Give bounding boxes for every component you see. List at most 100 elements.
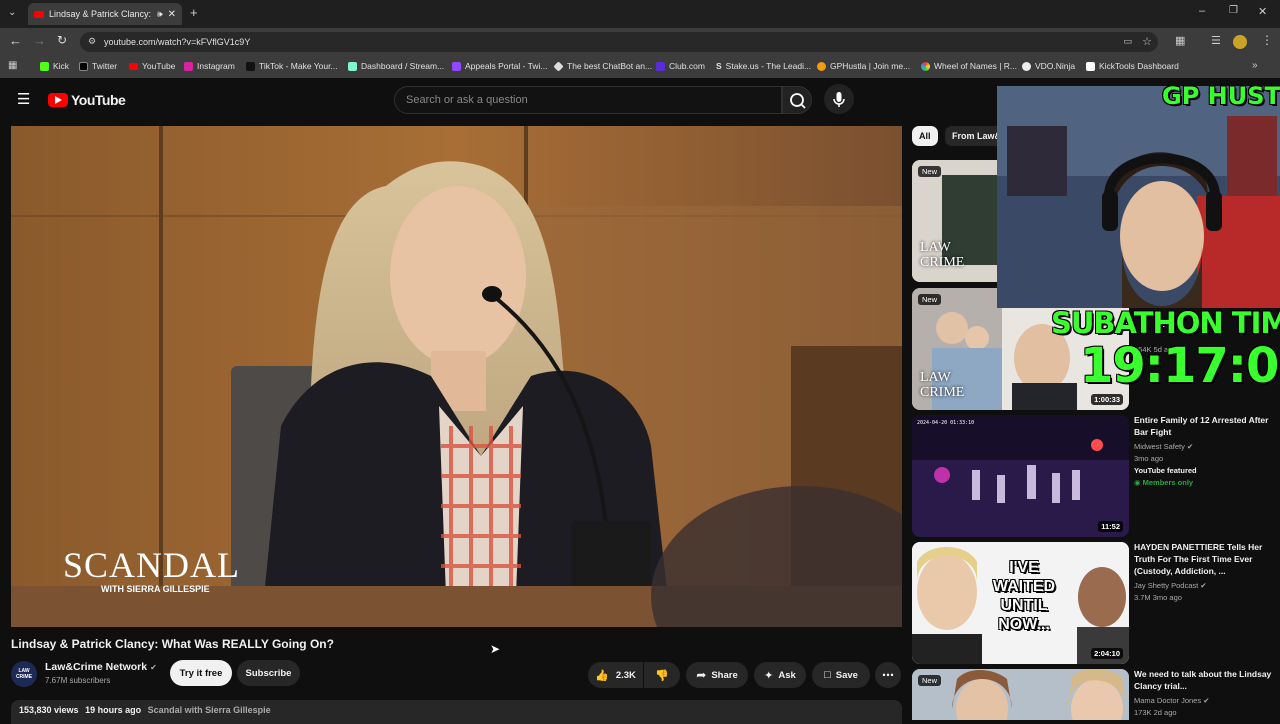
address-input[interactable]: ⚙ youtube.com/watch?v=kFVflGV1c9Y ▭ ☆ xyxy=(80,32,1158,52)
verified-icon: ✔ xyxy=(1200,581,1207,590)
bookmark-gphustla[interactable]: GPHustla | Join me... xyxy=(817,61,910,71)
dislike-button[interactable]: 👎 xyxy=(644,662,680,688)
tab-close-icon[interactable]: ✕ xyxy=(168,9,176,20)
bookmark-stake[interactable]: S Stake.us - The Leadi... xyxy=(716,61,811,71)
bookmark-twitch-appeals[interactable]: Appeals Portal - Twi... xyxy=(452,61,548,71)
microphone-icon xyxy=(833,92,845,107)
thumbnail-image xyxy=(912,669,1129,720)
bookmark-kick[interactable]: Kick xyxy=(40,61,69,71)
duration-badge: 2:04:10 xyxy=(1091,648,1123,659)
minimize-icon[interactable]: – xyxy=(1199,5,1205,17)
webcam-feed xyxy=(997,86,1280,308)
show-logo-subtitle: WITH SIERRA GILLESPIE xyxy=(101,584,210,594)
members-only-badge: ◉ Members only xyxy=(1134,478,1194,487)
duration-badge: 11:52 xyxy=(1098,521,1123,532)
bookmark-star-icon[interactable]: ☆ xyxy=(1142,35,1152,48)
related-video-channel: Midwest Safety ✔ xyxy=(1134,442,1194,451)
subathon-label: SUBATHON TIMER xyxy=(1051,306,1280,340)
related-video-age: 3mo ago xyxy=(1134,454,1164,463)
back-icon[interactable]: ← xyxy=(9,33,22,48)
mouse-cursor-icon: ➤ xyxy=(490,642,501,656)
try-free-button[interactable]: Try it free xyxy=(170,660,232,686)
youtube-favicon-icon xyxy=(34,10,44,18)
description-box[interactable]: 153,830 views 19 hours ago Scandal with … xyxy=(11,700,902,724)
law-crime-logo: LAW CRIME xyxy=(920,240,965,270)
channel-avatar[interactable]: LAW CRIME xyxy=(11,661,37,687)
bookmark-wheel-of-names[interactable]: Wheel of Names | R... xyxy=(921,61,1017,71)
browser-menu-icon[interactable]: ⋮ xyxy=(1261,33,1273,47)
ask-button[interactable]: ✦ Ask xyxy=(754,662,806,688)
subscribe-button[interactable]: Subscribe xyxy=(237,660,300,686)
related-video-meta: 3.7M 3mo ago xyxy=(1134,593,1182,602)
extensions-icon[interactable]: ▦ xyxy=(1175,34,1185,47)
media-control-icon[interactable]: ☰ xyxy=(1211,34,1221,47)
bookmark-instagram[interactable]: Instagram xyxy=(184,61,235,71)
bookmark-vdo-ninja[interactable]: VDO.Ninja xyxy=(1022,61,1075,71)
more-bookmarks-icon[interactable]: » xyxy=(1252,60,1258,71)
webcam-overlay xyxy=(997,86,1280,308)
related-video-thumbnail[interactable]: New xyxy=(912,669,1129,720)
thumbs-up-icon: 👍 xyxy=(595,669,609,682)
reload-icon[interactable]: ↻ xyxy=(57,33,67,47)
bookmark-tiktok[interactable]: TikTok - Make Your... xyxy=(246,61,338,71)
save-button[interactable]: □ Save xyxy=(812,662,870,688)
bookmark-kicktools[interactable]: KickTools Dashboard xyxy=(1086,61,1179,71)
verified-icon: ✔ xyxy=(1186,442,1194,451)
apps-icon[interactable]: ▦ xyxy=(8,60,17,71)
share-icon: ➦ xyxy=(696,668,707,682)
like-count: 2.3K xyxy=(615,669,636,681)
share-label: Share xyxy=(711,669,738,681)
search-icon xyxy=(790,93,806,109)
browser-tab[interactable]: Lindsay & Patrick Clancy: W 🕪 ✕ xyxy=(28,3,182,25)
related-video-info[interactable]: HAYDEN PANETTIERE Tells Her Truth For Th… xyxy=(1134,541,1274,604)
profile-avatar[interactable] xyxy=(1233,35,1247,49)
stake-icon: S xyxy=(716,61,722,71)
vdo-ninja-icon xyxy=(1022,61,1031,71)
like-button[interactable]: 👍 2.3K xyxy=(588,662,643,688)
bookmark-youtube[interactable]: YouTube xyxy=(129,61,175,71)
forward-icon[interactable]: → xyxy=(33,33,46,48)
thumbnail-image: 2024-04-20 01:33:10 xyxy=(912,415,1129,537)
new-badge: New xyxy=(918,294,942,305)
new-tab-icon[interactable]: + xyxy=(190,5,198,20)
streamer-brand: GP HUSTLA xyxy=(1162,82,1280,110)
youtube-logo-text: YouTube xyxy=(71,92,126,108)
channel-name[interactable]: Law&Crime Network xyxy=(45,661,147,673)
more-icon: ⋯ xyxy=(882,668,894,682)
streamlabs-icon xyxy=(348,61,357,71)
bookmarks-bar: ▦ Kick Twitter YouTube Instagram TikTok … xyxy=(0,56,1280,78)
video-player[interactable]: SCANDAL WITH SIERRA GILLESPIE xyxy=(11,126,902,627)
share-button[interactable]: ➦ Share xyxy=(686,662,748,688)
site-info-icon[interactable]: ⚙ xyxy=(88,36,96,47)
related-video-thumbnail[interactable]: I'VE WAITED UNTIL NOW... 2:04:10 xyxy=(912,542,1129,664)
kick-icon xyxy=(40,61,49,71)
tab-search-icon[interactable]: ⌄ xyxy=(8,7,16,18)
bookmark-club[interactable]: Club.com xyxy=(656,61,705,71)
related-video-channel: Jay Shetty Podcast ✔ xyxy=(1134,581,1207,590)
cast-icon[interactable]: ▭ xyxy=(1123,36,1132,47)
show-logo-overlay: SCANDAL WITH SIERRA GILLESPIE xyxy=(63,546,240,594)
hamburger-menu-icon[interactable]: ☰ xyxy=(17,90,30,108)
close-window-icon[interactable]: ✕ xyxy=(1258,5,1267,18)
channel-info: Law&Crime Network ✔ 7.67M subscribers xyxy=(45,661,157,685)
chip-all[interactable]: All xyxy=(912,126,938,146)
chatbot-icon xyxy=(553,60,564,72)
youtube-icon xyxy=(129,62,138,70)
bookmark-streamlabs[interactable]: Dashboard / Stream... xyxy=(348,61,444,71)
audio-icon[interactable]: 🕪 xyxy=(157,9,163,20)
voice-search-button[interactable] xyxy=(824,84,854,114)
bookmark-chatbot[interactable]: The best ChatBot an... xyxy=(553,60,652,72)
related-video-info[interactable]: Entire Family of 12 Arrested After Bar F… xyxy=(1134,414,1274,489)
members-icon: ◉ xyxy=(1134,478,1141,487)
search-input[interactable]: Search or ask a question xyxy=(394,86,782,114)
restore-icon[interactable]: ❐ xyxy=(1229,5,1238,16)
related-video-thumbnail[interactable]: 2024-04-20 01:33:10 11:52 xyxy=(912,415,1129,537)
more-actions-button[interactable]: ⋯ xyxy=(875,662,901,688)
youtube-logo[interactable]: YouTube xyxy=(48,92,126,108)
tab-title: Lindsay & Patrick Clancy: W xyxy=(49,9,152,19)
related-video-info[interactable]: We need to talk about the Lindsay Clancy… xyxy=(1134,668,1274,719)
playlist-link[interactable]: Scandal with Sierra Gillespie xyxy=(148,705,271,715)
search-button[interactable] xyxy=(782,86,812,114)
bookmark-twitter[interactable]: Twitter xyxy=(79,61,117,71)
x-icon xyxy=(79,61,88,71)
